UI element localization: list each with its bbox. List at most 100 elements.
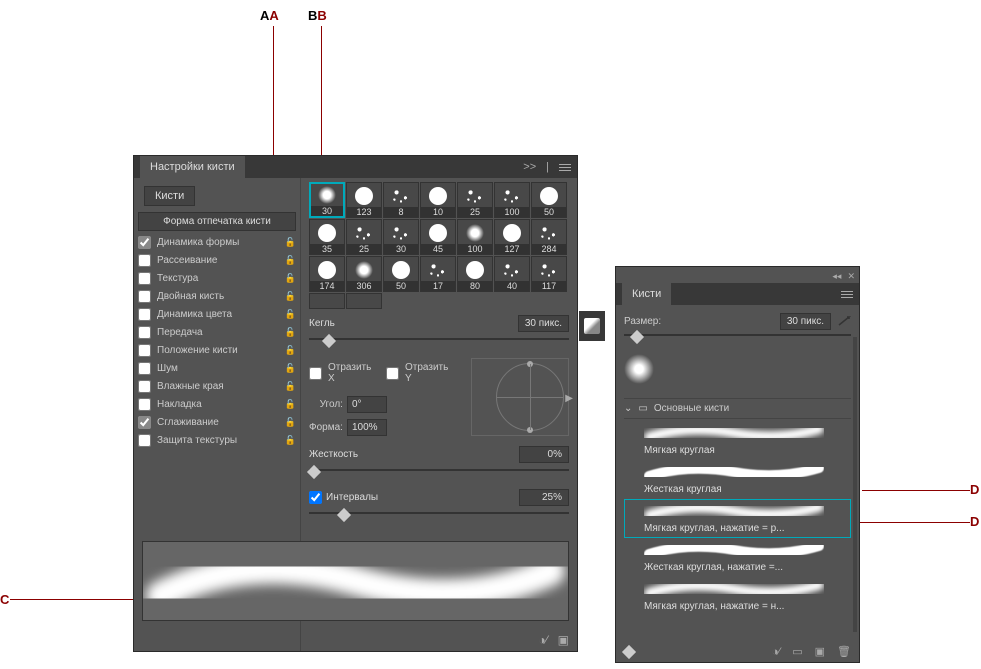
option-checkbox[interactable] — [138, 326, 151, 339]
create-preset-icon[interactable]: ▣ — [815, 645, 825, 658]
lock-icon[interactable]: 🔓 — [285, 327, 296, 338]
lock-icon[interactable]: 🔓 — [285, 381, 296, 392]
lock-icon[interactable]: 🔓 — [285, 291, 296, 302]
roundness-input[interactable] — [347, 419, 387, 436]
size-value[interactable]: 30 пикс. — [518, 315, 569, 332]
option-checkbox[interactable] — [138, 236, 151, 249]
new-folder-icon[interactable]: ▭ — [792, 645, 802, 658]
brush-tip-tile[interactable]: 25 — [346, 219, 382, 255]
preview-toggle-icon[interactable]: ◑⁄ — [772, 646, 780, 658]
lock-icon[interactable]: 🔓 — [285, 273, 296, 284]
brush-tip-tile[interactable]: 30 — [383, 219, 419, 255]
brush-tip-shape-button[interactable]: Форма отпечатка кисти — [138, 212, 296, 231]
brush-tip-tile[interactable]: 123 — [346, 182, 382, 218]
option-checkbox[interactable] — [138, 380, 151, 393]
lock-icon[interactable]: 🔓 — [285, 363, 296, 374]
brush-tip-tile[interactable]: 8 — [383, 182, 419, 218]
option-checkbox[interactable] — [138, 290, 151, 303]
flip-brush-icon[interactable] — [837, 315, 851, 329]
brush-tip-tile[interactable]: 50 — [531, 182, 567, 218]
brush-option-row[interactable]: Рассеивание🔓 — [134, 251, 300, 269]
brushes-menu-icon[interactable] — [841, 289, 853, 299]
preset-scrollbar[interactable] — [853, 337, 857, 632]
brush-option-row[interactable]: Защита текстуры🔓 — [134, 431, 300, 449]
footer-slider-thumb[interactable] — [622, 644, 636, 658]
spacing-checkbox[interactable] — [309, 491, 322, 504]
brush-tip-tile[interactable]: 10 — [420, 182, 456, 218]
brush-tip-tile[interactable]: 45 — [420, 219, 456, 255]
lock-icon[interactable]: 🔓 — [285, 255, 296, 266]
brush-option-row[interactable]: Положение кисти🔓 — [134, 341, 300, 359]
option-checkbox[interactable] — [138, 434, 151, 447]
flip-y-checkbox[interactable] — [386, 367, 399, 380]
collapse-panel-icon[interactable]: ◂◂ — [832, 271, 841, 282]
option-checkbox[interactable] — [138, 344, 151, 357]
brush-tip-tile[interactable]: 174 — [309, 256, 345, 292]
brush-tip-shape — [318, 224, 336, 242]
delete-icon[interactable]: 🗑 — [837, 645, 851, 658]
hardness-value[interactable]: 0% — [519, 446, 569, 463]
brushes-button[interactable]: Кисти — [144, 186, 195, 206]
close-panel-icon[interactable]: ✕ — [847, 271, 855, 282]
create-new-icon[interactable]: ▣ — [558, 633, 569, 647]
option-checkbox[interactable] — [138, 272, 151, 285]
size-slider[interactable] — [309, 338, 569, 350]
brush-option-row[interactable]: Двойная кисть🔓 — [134, 287, 300, 305]
brush-tip-tile[interactable]: 35 — [309, 219, 345, 255]
preview-toggle-icon[interactable]: ◑⁄ — [538, 633, 547, 647]
collapse-icon[interactable]: >> — [523, 161, 536, 173]
option-checkbox[interactable] — [138, 416, 151, 429]
brush-tip-tile[interactable]: 284 — [531, 219, 567, 255]
brush-tip-tile[interactable]: 100 — [457, 219, 493, 255]
brush-tip-tile[interactable]: 117 — [531, 256, 567, 292]
brush-size-value[interactable]: 30 пикс. — [780, 313, 831, 330]
brush-option-row[interactable]: Влажные края🔓 — [134, 377, 300, 395]
brush-tip-tile[interactable] — [309, 293, 345, 309]
lock-icon[interactable]: 🔓 — [285, 345, 296, 356]
brush-option-row[interactable]: Шум🔓 — [134, 359, 300, 377]
brush-tip-tile[interactable]: 17 — [420, 256, 456, 292]
option-checkbox[interactable] — [138, 362, 151, 375]
brush-preset-item[interactable]: Мягкая круглая, нажатие = н... — [624, 577, 851, 616]
brush-tip-tile[interactable]: 40 — [494, 256, 530, 292]
brush-size-slider[interactable] — [624, 334, 851, 346]
tab-brush-settings[interactable]: Настройки кисти — [140, 156, 245, 178]
brush-preset-item[interactable]: Мягкая круглая, нажатие = р... — [624, 499, 851, 538]
brush-option-row[interactable]: Динамика цвета🔓 — [134, 305, 300, 323]
brush-preset-item[interactable]: Мягкая круглая — [624, 421, 851, 460]
brush-preset-item[interactable]: Жесткая круглая, нажатие =... — [624, 538, 851, 577]
option-checkbox[interactable] — [138, 254, 151, 267]
brush-folder[interactable]: ⌄ ▭ Основные кисти — [624, 398, 851, 419]
brush-tip-tile[interactable]: 30 — [309, 182, 345, 218]
flip-x-checkbox[interactable] — [309, 367, 322, 380]
lock-icon[interactable]: 🔓 — [285, 399, 296, 410]
angle-roundness-control[interactable]: ▶ — [496, 363, 564, 431]
brush-option-row[interactable]: Динамика формы🔓 — [134, 233, 300, 251]
option-checkbox[interactable] — [138, 308, 151, 321]
hardness-slider[interactable] — [309, 469, 569, 481]
brush-option-row[interactable]: Передача🔓 — [134, 323, 300, 341]
lock-icon[interactable]: 🔓 — [285, 435, 296, 446]
lock-icon[interactable]: 🔓 — [285, 417, 296, 428]
brush-tip-tile[interactable] — [346, 293, 382, 309]
brush-tip-tile[interactable]: 306 — [346, 256, 382, 292]
brush-tip-tile[interactable]: 50 — [383, 256, 419, 292]
lock-icon[interactable]: 🔓 — [285, 309, 296, 320]
brush-tip-tile[interactable]: 80 — [457, 256, 493, 292]
angle-input[interactable] — [347, 396, 387, 413]
tab-brushes[interactable]: Кисти — [622, 283, 671, 305]
brush-panel-icon-strip[interactable] — [579, 311, 605, 341]
brush-tip-tile[interactable]: 25 — [457, 182, 493, 218]
brush-option-row[interactable]: Сглаживание🔓 — [134, 413, 300, 431]
brush-tip-tile[interactable]: 100 — [494, 182, 530, 218]
brush-tip-shape — [466, 261, 484, 279]
brush-option-row[interactable]: Накладка🔓 — [134, 395, 300, 413]
brush-preset-item[interactable]: Жесткая круглая — [624, 460, 851, 499]
spacing-slider[interactable] — [309, 512, 569, 524]
panel-menu-icon[interactable] — [559, 162, 571, 172]
brush-tip-tile[interactable]: 127 — [494, 219, 530, 255]
lock-icon[interactable]: 🔓 — [285, 237, 296, 248]
option-checkbox[interactable] — [138, 398, 151, 411]
spacing-value[interactable]: 25% — [519, 489, 569, 506]
brush-option-row[interactable]: Текстура🔓 — [134, 269, 300, 287]
